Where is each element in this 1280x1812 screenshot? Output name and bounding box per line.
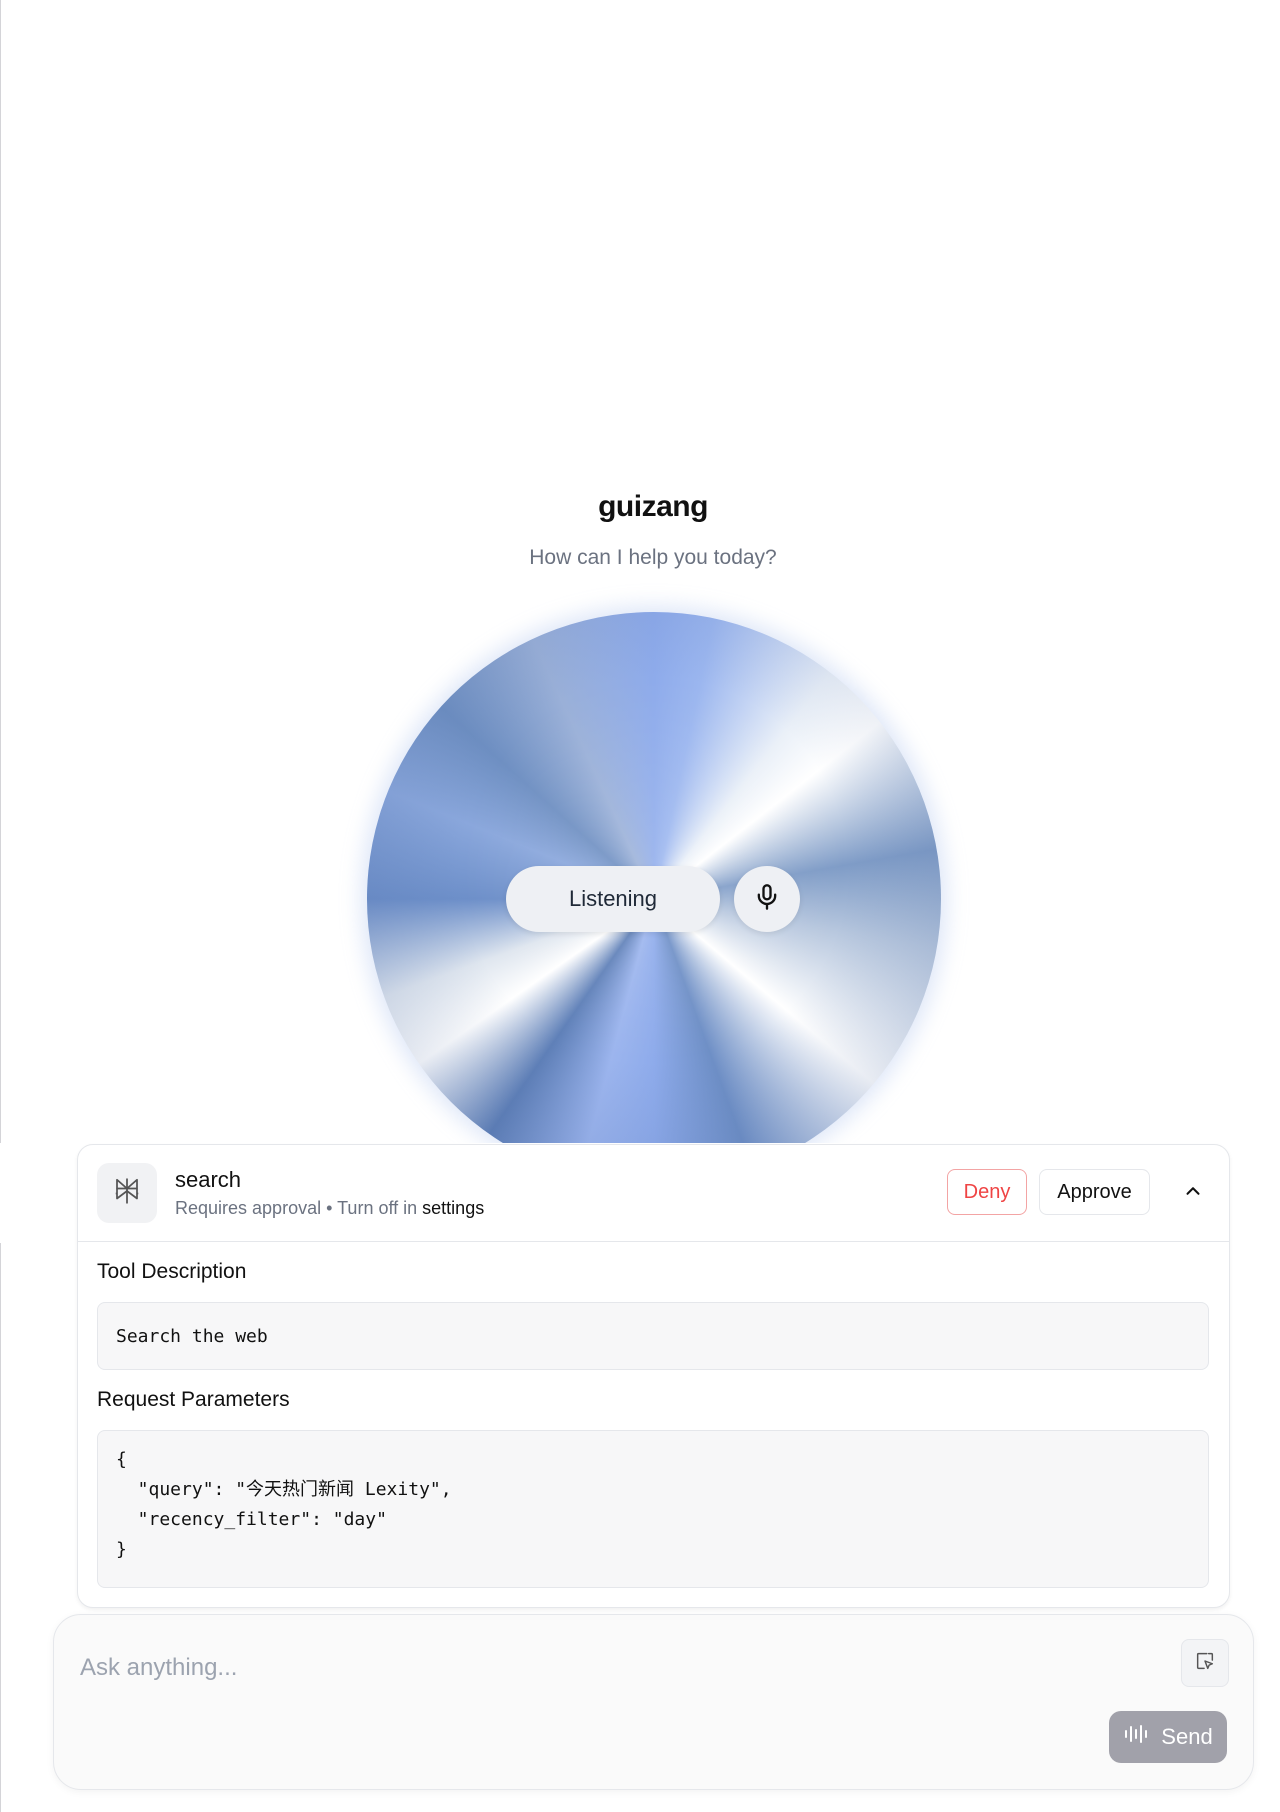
ask-input[interactable]	[78, 1649, 1082, 1687]
tool-description-value: Search the web	[116, 1326, 268, 1347]
cursor-select-icon	[1194, 1650, 1216, 1677]
audio-wave-icon	[1123, 1722, 1151, 1752]
chat-composer: Send	[53, 1614, 1254, 1790]
param-line: "recency_filter": "day"	[116, 1509, 387, 1530]
select-element-button[interactable]	[1181, 1639, 1229, 1687]
tool-icon-tile	[97, 1163, 157, 1223]
tool-description-box: Search the web	[97, 1302, 1209, 1370]
microphone-button[interactable]	[734, 866, 800, 932]
tool-approval-card: search Requires approval • Turn off in s…	[77, 1144, 1230, 1608]
tool-approval-note: Requires approval • Turn off in settings	[175, 1198, 484, 1219]
separator-dot: •	[326, 1198, 333, 1218]
listening-status-pill[interactable]: Listening	[506, 866, 720, 932]
app-title: guizang	[598, 490, 708, 523]
tool-description-title: Tool Description	[97, 1260, 247, 1283]
request-parameters-title: Request Parameters	[97, 1388, 290, 1411]
param-line: {	[116, 1449, 127, 1470]
microphone-icon	[753, 883, 781, 916]
deny-button[interactable]: Deny	[947, 1169, 1027, 1215]
settings-link[interactable]: settings	[422, 1198, 484, 1218]
tool-card-header: search Requires approval • Turn off in s…	[78, 1145, 1229, 1242]
welcome-header: guizang How can I help you today?	[0, 490, 1280, 570]
perplexity-logo-icon	[112, 1176, 142, 1211]
send-label: Send	[1161, 1724, 1213, 1749]
chevron-up-icon	[1182, 1180, 1204, 1205]
param-line: "query": "今天热门新闻 Lexity",	[116, 1479, 452, 1500]
left-border	[0, 0, 1, 1812]
tool-name: search	[175, 1167, 242, 1192]
collapse-button[interactable]	[1170, 1169, 1216, 1215]
welcome-subtitle: How can I help you today?	[529, 546, 777, 569]
send-button[interactable]: Send	[1109, 1711, 1227, 1763]
param-line: }	[116, 1539, 127, 1560]
request-parameters-box: { "query": "今天热门新闻 Lexity", "recency_fil…	[97, 1430, 1209, 1588]
requires-approval-text: Requires approval	[175, 1198, 322, 1218]
approve-button[interactable]: Approve	[1039, 1169, 1150, 1215]
turn-off-text: Turn off in	[337, 1198, 418, 1218]
